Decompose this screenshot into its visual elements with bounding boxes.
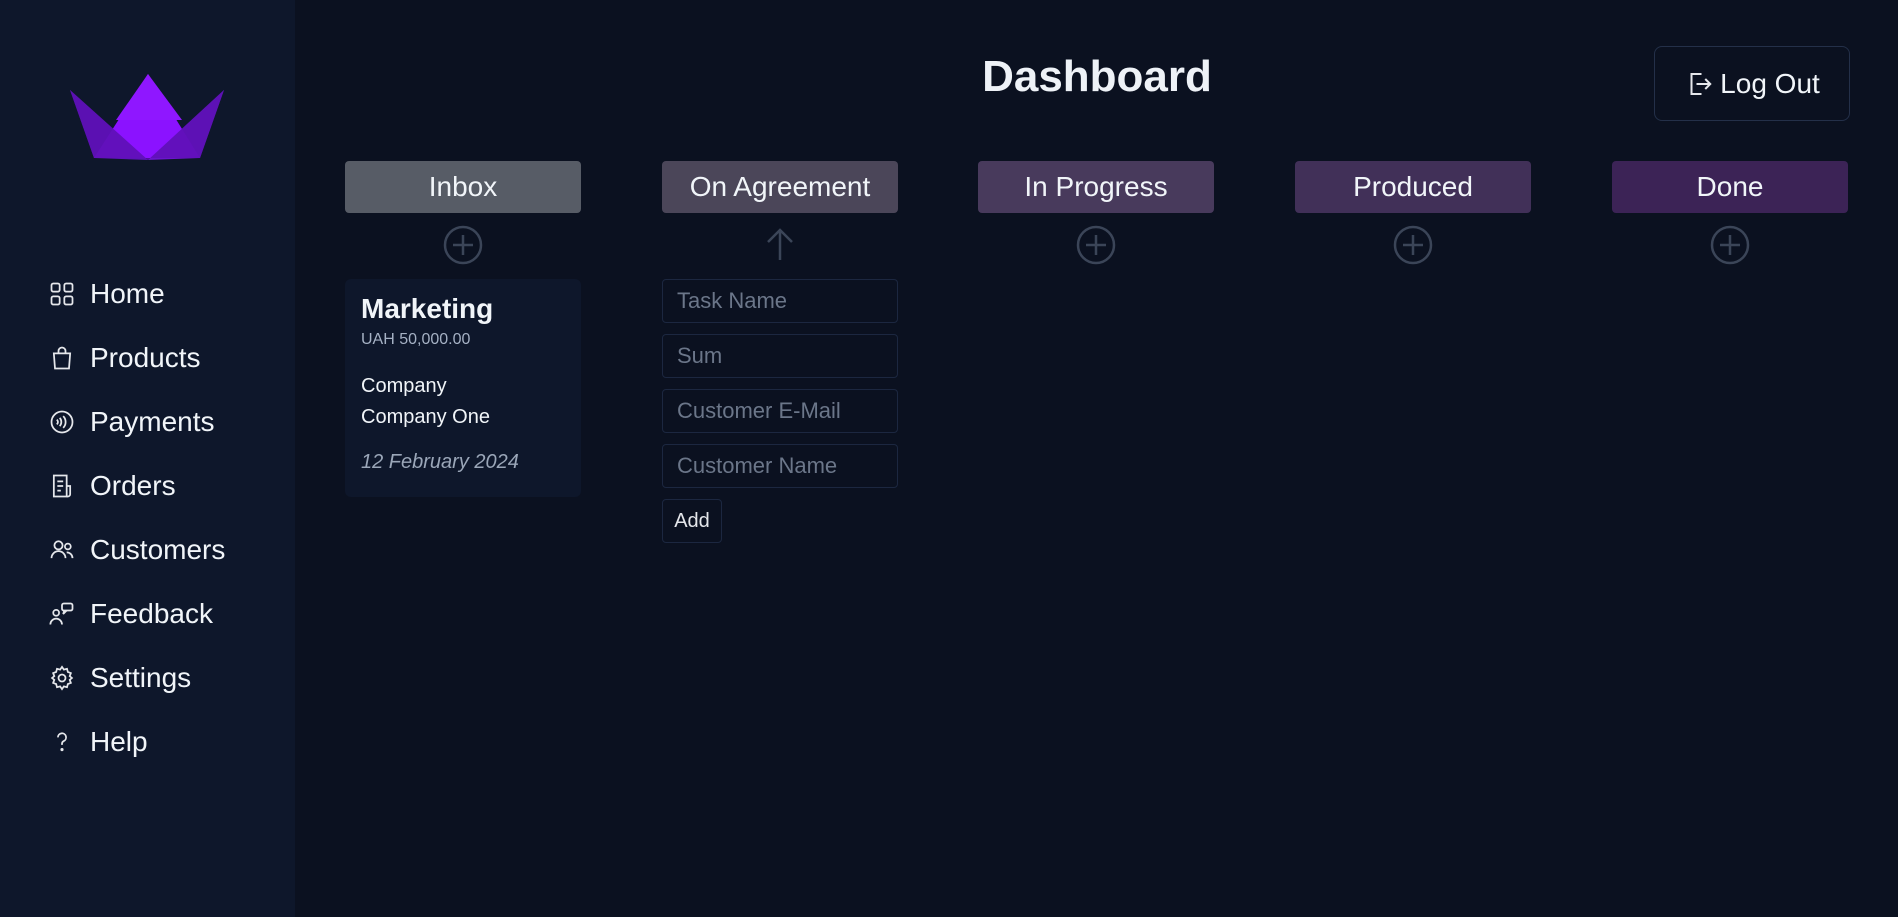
add-task-button[interactable] [1708, 223, 1752, 267]
add-task-button[interactable] [1074, 223, 1118, 267]
sidebar: Home Products Payments Orders Customers [0, 0, 295, 917]
column-on-agreement: On Agreement Add [662, 161, 898, 543]
logout-icon [1690, 72, 1712, 95]
sum-input[interactable] [662, 334, 898, 378]
users-icon [50, 540, 74, 559]
column-header: Done [1612, 161, 1848, 213]
sidebar-item-home[interactable]: Home [48, 262, 225, 326]
shopping-bag-icon [52, 346, 72, 370]
question-icon [57, 732, 67, 752]
sidebar-item-label: Orders [90, 470, 176, 501]
sidebar-item-label: Products [90, 342, 201, 373]
task-card-sum: UAH 50,000.00 [361, 331, 471, 348]
plus-circle-icon [1393, 225, 1433, 265]
column-in-progress: In Progress [978, 161, 1214, 267]
task-card[interactable]: Marketing UAH 50,000.00 Company Company … [345, 279, 581, 497]
grid-icon [50, 282, 74, 306]
column-done: Done [1612, 161, 1848, 267]
task-card-company-label: Company [361, 375, 447, 397]
column-header: Inbox [345, 161, 581, 213]
sidebar-item-customers[interactable]: Customers [48, 518, 225, 582]
task-card-title: Marketing [361, 293, 494, 324]
plus-circle-icon [1710, 225, 1750, 265]
plus-circle-icon [443, 225, 483, 265]
task-card-company-name: Company One [361, 406, 490, 428]
sidebar-item-feedback[interactable]: Feedback [48, 582, 225, 646]
new-task-form: Add [662, 279, 898, 543]
sidebar-nav: Home Products Payments Orders Customers [48, 262, 225, 774]
add-button[interactable]: Add [662, 499, 722, 543]
sidebar-item-label: Home [90, 278, 165, 309]
add-task-button[interactable] [441, 223, 485, 267]
column-header: In Progress [978, 161, 1214, 213]
logout-button[interactable]: Log Out [1654, 46, 1850, 121]
arrow-up-icon [767, 228, 793, 260]
plus-circle-icon [1076, 225, 1116, 265]
add-task-button[interactable] [1391, 223, 1435, 267]
sidebar-item-help[interactable]: Help [48, 710, 225, 774]
contactless-payment-icon [50, 410, 74, 434]
feedback-icon [49, 602, 74, 625]
column-inbox: Inbox Marketing UAH 50,000.00 Company Co… [345, 161, 581, 497]
sidebar-item-payments[interactable]: Payments [48, 390, 225, 454]
task-name-input[interactable] [662, 279, 898, 323]
sidebar-item-label: Customers [90, 534, 226, 565]
sidebar-item-orders[interactable]: Orders [48, 454, 225, 518]
sidebar-item-label: Settings [90, 662, 192, 693]
sidebar-item-label: Feedback [90, 598, 213, 629]
sidebar-item-label: Help [90, 726, 148, 757]
logout-label: Log Out [1720, 67, 1820, 99]
task-card-company: Company Company One [361, 371, 565, 433]
column-header: Produced [1295, 161, 1531, 213]
logo-boat-icon [70, 74, 224, 160]
customer-name-input[interactable] [662, 444, 898, 488]
column-produced: Produced [1295, 161, 1531, 267]
task-card-date: 12 February 2024 [361, 451, 519, 473]
customer-email-input[interactable] [662, 389, 898, 433]
sidebar-item-products[interactable]: Products [48, 326, 225, 390]
column-header: On Agreement [662, 161, 898, 213]
sidebar-item-label: Payments [90, 406, 215, 437]
gear-icon [50, 665, 74, 691]
sidebar-item-settings[interactable]: Settings [48, 646, 225, 710]
receipt-icon [52, 474, 72, 498]
collapse-form-button[interactable] [758, 223, 802, 267]
page-title: Dashboard [982, 52, 1212, 101]
